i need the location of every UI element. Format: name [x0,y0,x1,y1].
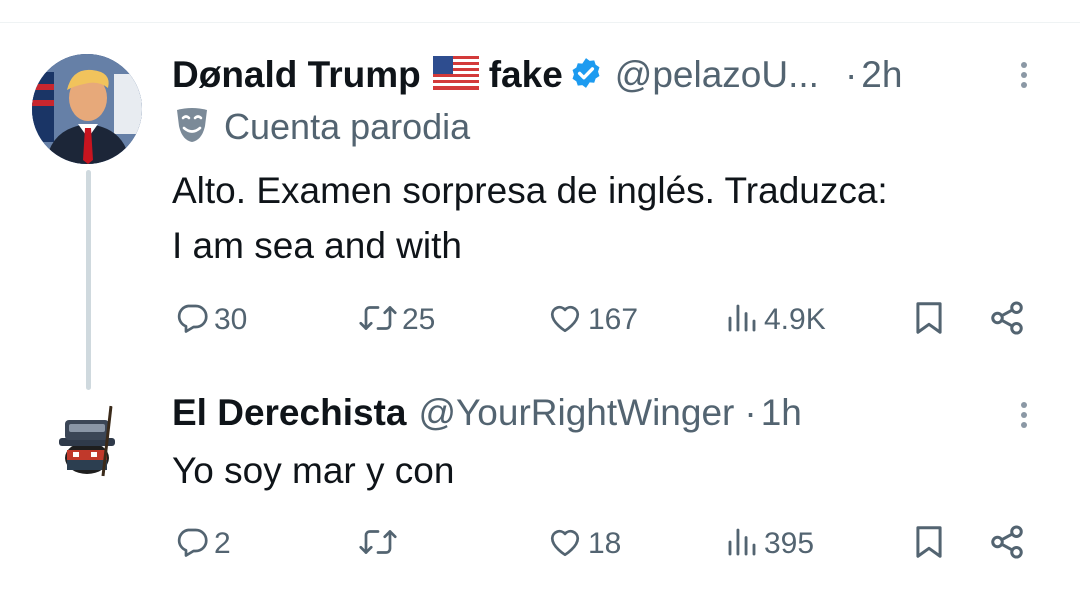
share-button[interactable] [988,522,1026,566]
views-button[interactable]: 395 [724,522,814,566]
tweet-text-line: Alto. Examen sorpresa de inglés. Traduzc… [172,170,888,211]
separator-dot: · [744,392,757,433]
timestamp[interactable]: 2h [861,54,902,96]
thread-line [86,170,91,390]
like-count: 18 [588,527,622,560]
views-icon [724,524,760,565]
reply-button[interactable]: 2 [174,522,231,566]
heart-icon [546,524,584,565]
share-button[interactable] [988,298,1026,342]
bookmark-icon [912,299,946,342]
views-icon [724,300,760,341]
bookmark-button[interactable] [912,522,946,566]
reply-button[interactable]: 30 [174,298,247,342]
reply-icon [174,524,210,565]
tweet-text-line: Yo soy mar y con [172,450,455,491]
bookmark-button[interactable] [912,298,946,342]
timestamp[interactable]: 1h [761,392,802,434]
heart-icon [546,300,584,341]
tweet-header: El Derechista @YourRightWinger · 1h [172,390,802,436]
share-icon [988,299,1026,342]
repost-button[interactable]: 25 [358,298,435,342]
display-name[interactable]: El Derechista [172,392,406,434]
repost-icon [358,300,398,341]
more-icon[interactable] [1018,398,1030,432]
tweet-header: Dønald Trump fake @pelazoU... · 2h [172,52,902,98]
display-name[interactable]: Dønald Trump [172,54,421,96]
like-button[interactable]: 167 [546,298,638,342]
repost-button[interactable] [358,522,402,566]
tweet-text: Alto. Examen sorpresa de inglés. Traduzc… [172,163,888,273]
parody-label-row: Cuenta parodia [174,104,470,150]
view-count: 4.9K [764,303,826,336]
view-count: 395 [764,527,815,560]
repost-icon [358,524,398,565]
verified-badge-icon [569,56,603,95]
parody-mask-icon [174,106,210,149]
avatar[interactable] [32,54,142,164]
parody-label: Cuenta parodia [224,106,471,147]
tweet-text-line: I am sea and with [172,225,462,266]
avatar[interactable] [45,398,129,482]
action-bar: 2 18 395 [172,522,1032,566]
top-divider [0,22,1080,23]
name-suffix[interactable]: fake [489,54,563,96]
handle[interactable]: @YourRightWinger [418,392,734,434]
like-button[interactable]: 18 [546,522,621,566]
bookmark-icon [912,523,946,566]
reply-count: 30 [214,303,248,336]
separator-dot: · [844,54,858,95]
more-icon[interactable] [1018,58,1030,92]
views-button[interactable]: 4.9K [724,298,826,342]
us-flag-icon [432,55,479,95]
share-icon [988,523,1026,566]
tweet-text: Yo soy mar y con [172,443,454,498]
like-count: 167 [588,303,639,336]
reply-count: 2 [214,527,231,560]
handle[interactable]: @pelazoU... [615,54,819,96]
repost-count: 25 [402,303,436,336]
action-bar: 30 25 167 4.9K [172,298,1032,342]
reply-icon [174,300,210,341]
